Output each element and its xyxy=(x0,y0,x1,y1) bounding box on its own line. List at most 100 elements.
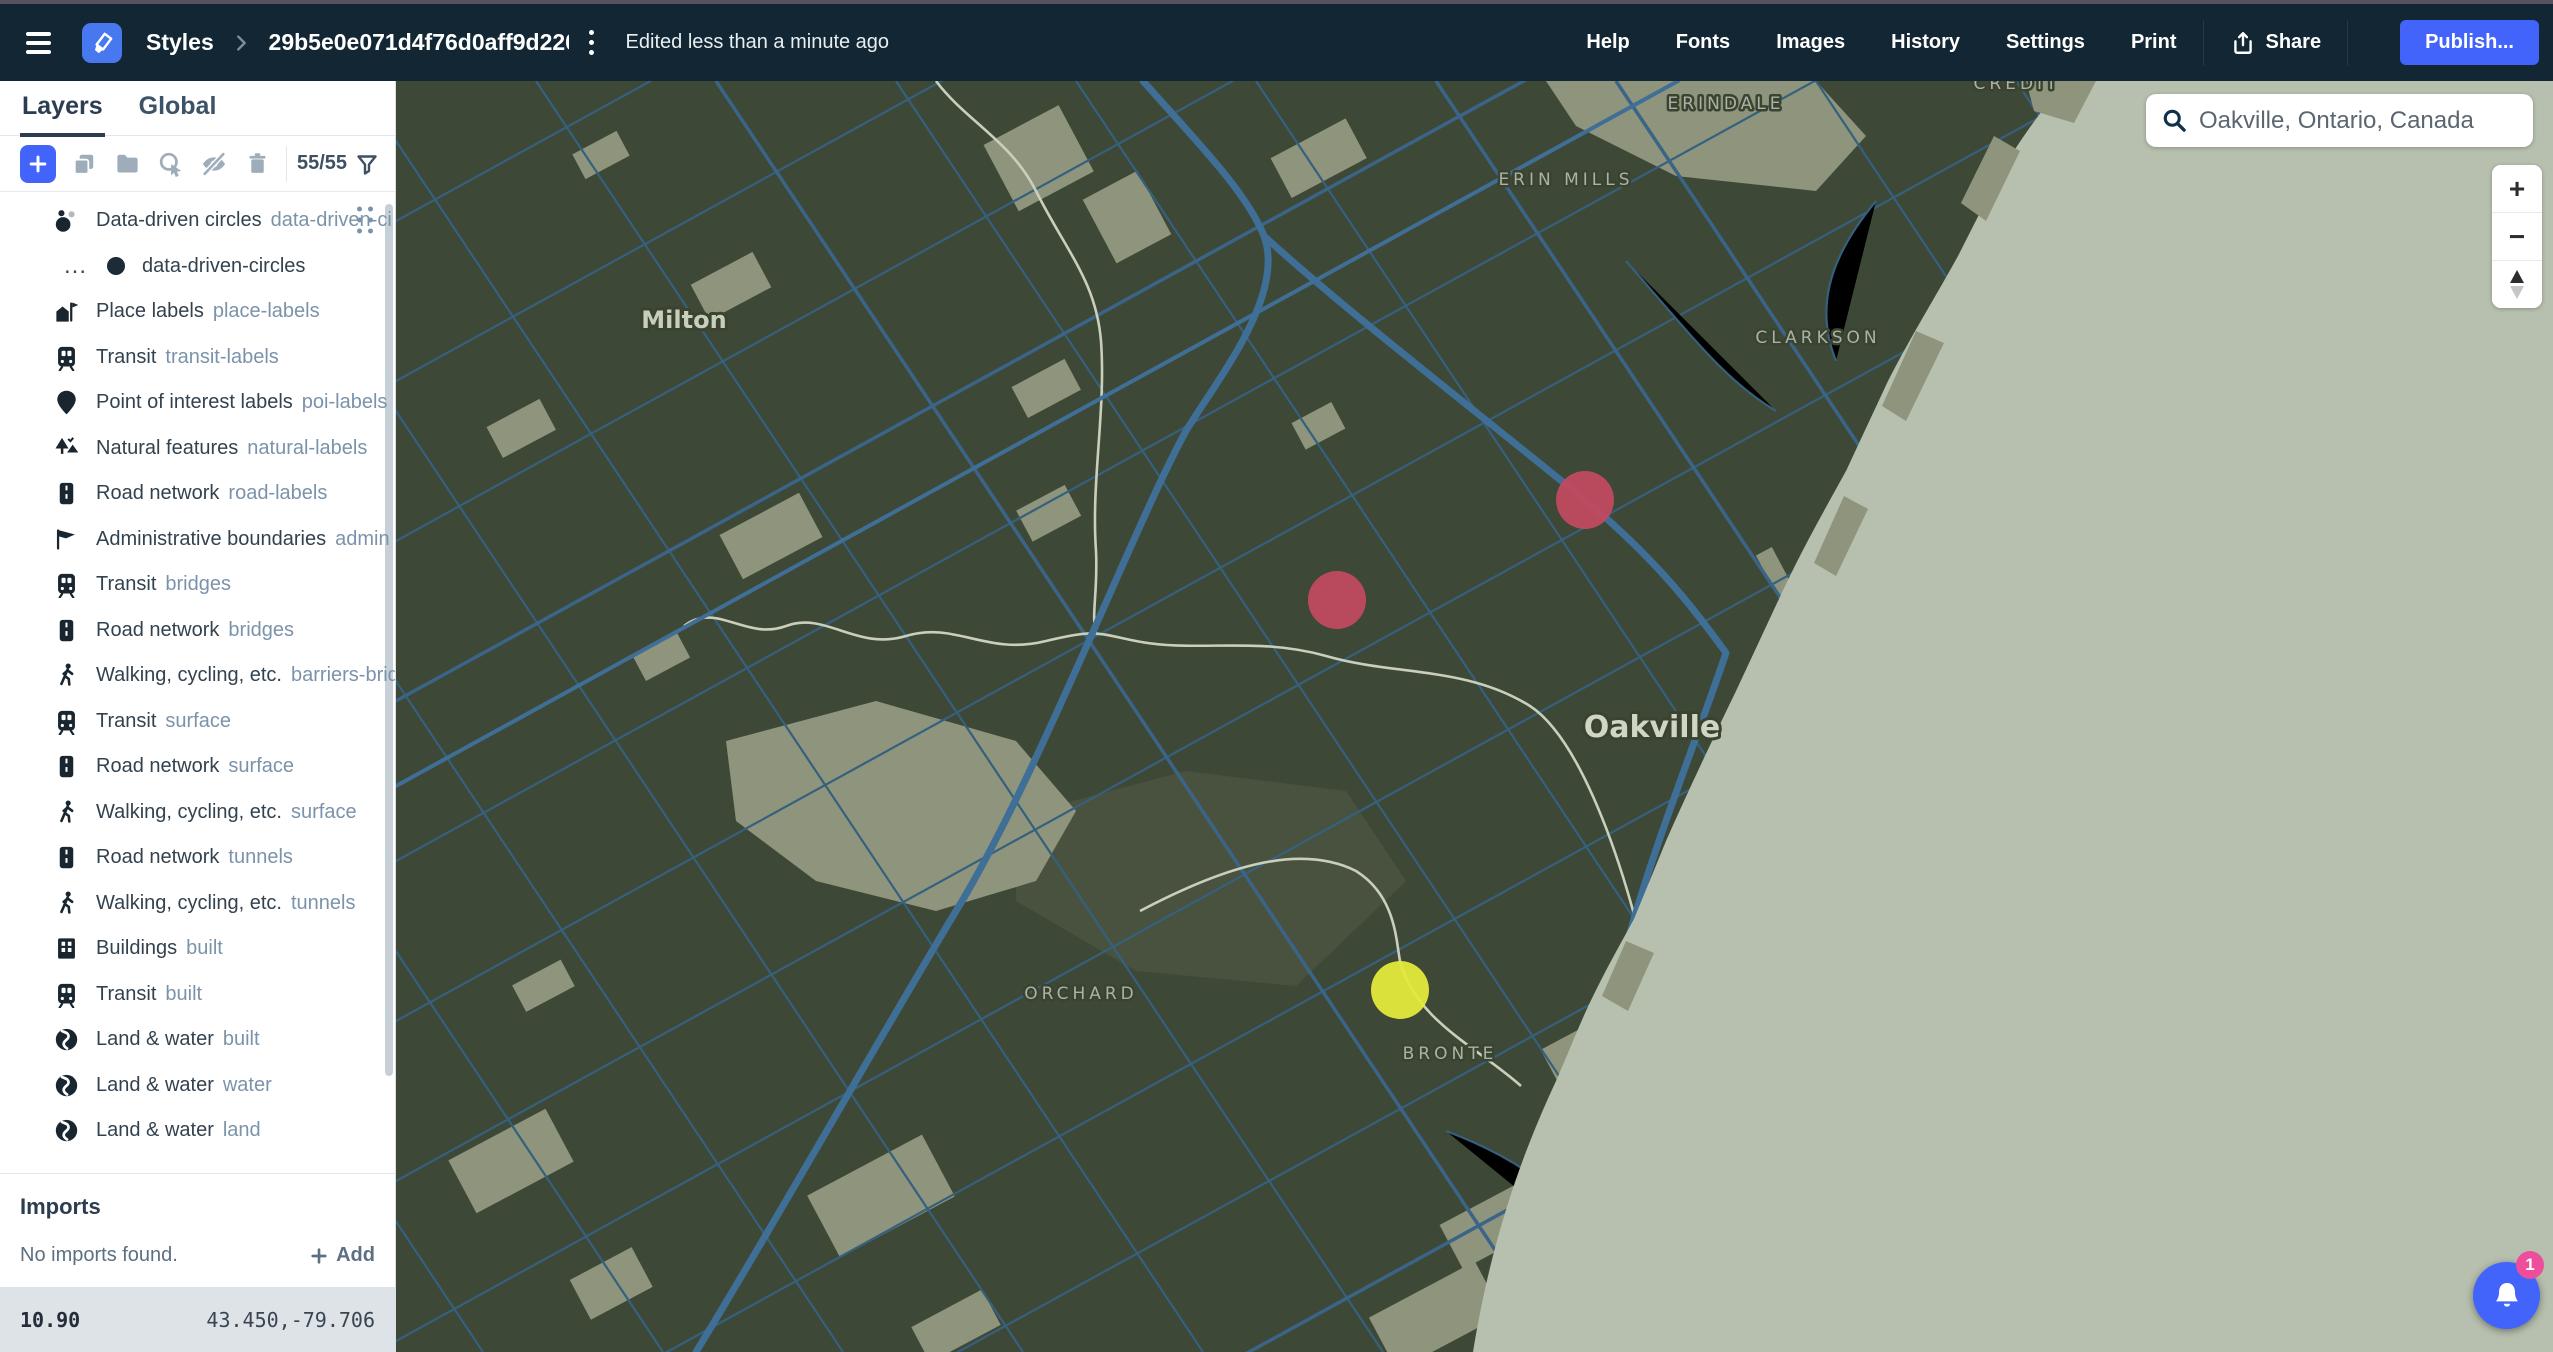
zoom-in-button[interactable]: + xyxy=(2492,165,2542,212)
expand-arrow-icon[interactable] xyxy=(25,441,40,456)
breadcrumb-styles-link[interactable]: Styles xyxy=(146,29,214,55)
group-layers-folder-icon[interactable] xyxy=(111,147,144,181)
expand-arrow-icon[interactable] xyxy=(25,623,40,638)
layer-group-row-surface[interactable]: Walking, cycling, etc.surface xyxy=(0,790,395,836)
map-label-erindale: ERINDALE xyxy=(1668,94,1785,114)
hamburger-menu-icon[interactable] xyxy=(26,26,60,60)
expand-arrow-icon[interactable] xyxy=(25,304,40,319)
tab-layers[interactable]: Layers xyxy=(22,92,103,135)
layer-group-row-poi-labels[interactable]: Point of interest labelspoi-labels xyxy=(0,380,395,426)
map-data-circle[interactable] xyxy=(1371,961,1429,1019)
expand-arrow-icon[interactable] xyxy=(25,896,40,911)
walk-icon xyxy=(53,799,80,826)
map-data-circle[interactable] xyxy=(1556,471,1614,529)
layer-group-row-transit-labels[interactable]: Transittransit-labels xyxy=(0,335,395,381)
collapse-arrow-icon[interactable] xyxy=(25,213,40,228)
layer-row-data-driven-circles[interactable]: ...data-driven-circles xyxy=(0,244,395,290)
plus-icon xyxy=(309,1246,329,1266)
layers-sidebar: Layers Global 55/55 Data-driven circlesd… xyxy=(0,81,396,1352)
map-statusbar: 10.90 43.450,-79.706 xyxy=(0,1287,395,1352)
zoom-level-value: 10.90 xyxy=(20,1308,80,1332)
style-options-kebab-icon[interactable] xyxy=(583,24,600,61)
layer-group-row-land[interactable]: Land & waterland xyxy=(0,1108,395,1154)
globe-icon xyxy=(53,1072,80,1099)
map-label-clarkson: CLARKSON xyxy=(1755,328,1880,348)
bell-icon xyxy=(2490,1279,2524,1313)
layer-group-row-surface[interactable]: Road networksurface xyxy=(0,744,395,790)
layer-group-row-barriers-bridges[interactable]: Walking, cycling, etc.barriers-bridges xyxy=(0,653,395,699)
layer-group-row-road-labels[interactable]: Road networkroad-labels xyxy=(0,471,395,517)
layer-group-row-bridges[interactable]: Road networkbridges xyxy=(0,608,395,654)
style-id[interactable]: 29b5e0e071d4f76d0aff9d220... xyxy=(269,29,569,56)
nature-icon xyxy=(53,435,80,462)
drag-handle-icon[interactable] xyxy=(357,206,375,235)
expand-arrow-icon[interactable] xyxy=(25,395,40,410)
layer-group-row-surface[interactable]: Transitsurface xyxy=(0,699,395,745)
expand-arrow-icon[interactable] xyxy=(25,805,40,820)
expand-arrow-icon[interactable] xyxy=(25,350,40,365)
layer-group-row-built[interactable]: Land & waterbuilt xyxy=(0,1017,395,1063)
layer-group-row-bridges[interactable]: Transitbridges xyxy=(0,562,395,608)
layer-group-row-natural-labels[interactable]: Natural featuresnatural-labels xyxy=(0,426,395,472)
expand-arrow-icon[interactable] xyxy=(25,668,40,683)
chevron-right-icon xyxy=(230,32,252,54)
map-label-credit: CREDIT xyxy=(1974,81,2061,94)
publish-button[interactable]: Publish... xyxy=(2400,20,2539,65)
layer-group-row-admin[interactable]: Administrative boundariesadmin xyxy=(0,517,395,563)
expand-arrow-icon[interactable] xyxy=(25,532,40,547)
expand-arrow-icon[interactable] xyxy=(25,1032,40,1047)
expand-arrow-icon[interactable] xyxy=(25,1078,40,1093)
header-divider xyxy=(2347,20,2348,66)
expand-arrow-icon[interactable] xyxy=(25,941,40,956)
nav-fonts[interactable]: Fonts xyxy=(1676,31,1730,54)
expand-arrow-icon[interactable] xyxy=(25,486,40,501)
layer-group-row-water[interactable]: Land & waterwater xyxy=(0,1063,395,1109)
add-import-button[interactable]: Add xyxy=(309,1244,375,1267)
layer-toolbar: 55/55 xyxy=(0,136,395,192)
select-data-icon[interactable] xyxy=(154,147,187,181)
layer-filter-button[interactable]: 55/55 xyxy=(297,152,379,176)
nav-print[interactable]: Print xyxy=(2131,31,2177,54)
compass-button[interactable] xyxy=(2492,261,2542,308)
transit-icon xyxy=(53,571,80,598)
edited-status: Edited less than a minute ago xyxy=(626,31,890,54)
delete-layer-trash-icon[interactable] xyxy=(241,147,274,181)
expand-arrow-icon[interactable] xyxy=(25,714,40,729)
zoom-out-button[interactable]: − xyxy=(2492,213,2542,260)
transit-icon xyxy=(53,981,80,1008)
nav-history[interactable]: History xyxy=(1891,31,1960,54)
layer-options-ellipsis[interactable]: ... xyxy=(64,261,87,271)
search-input[interactable] xyxy=(2199,107,2529,135)
map-label-orchard: ORCHARD xyxy=(1024,984,1138,1004)
expand-arrow-icon[interactable] xyxy=(25,577,40,592)
hide-layer-eye-off-icon[interactable] xyxy=(198,147,231,181)
circle-color-swatch xyxy=(107,257,125,275)
road-icon xyxy=(53,480,80,507)
cursor-coordinates: 43.450,-79.706 xyxy=(206,1308,375,1332)
search-icon xyxy=(2161,107,2188,134)
expand-arrow-icon[interactable] xyxy=(25,1123,40,1138)
nav-settings[interactable]: Settings xyxy=(2006,31,2085,54)
add-import-label: Add xyxy=(336,1244,375,1267)
layer-group-row-built[interactable]: Buildingsbuilt xyxy=(0,926,395,972)
share-button[interactable]: Share xyxy=(2230,30,2322,56)
tab-global[interactable]: Global xyxy=(139,92,217,135)
layer-group-row-data-driven-ci[interactable]: Data-driven circlesdata-driven-ci xyxy=(0,198,395,244)
expand-arrow-icon[interactable] xyxy=(25,850,40,865)
geocoder-search-box[interactable] xyxy=(2146,94,2533,147)
transit-icon xyxy=(53,344,80,371)
map-canvas[interactable]: CREDITERINDALEERIN MILLSMiltonCLARKSONOa… xyxy=(396,81,2553,1352)
add-layer-button[interactable] xyxy=(20,145,56,183)
duplicate-layer-icon[interactable] xyxy=(67,147,100,181)
layer-group-row-tunnels[interactable]: Road networktunnels xyxy=(0,835,395,881)
map-data-circle[interactable] xyxy=(1308,571,1366,629)
mapbox-studio-logo[interactable] xyxy=(82,23,122,63)
expand-arrow-icon[interactable] xyxy=(25,987,40,1002)
layer-group-row-place-labels[interactable]: Place labelsplace-labels xyxy=(0,289,395,335)
layer-group-row-built[interactable]: Transitbuilt xyxy=(0,972,395,1018)
nav-images[interactable]: Images xyxy=(1776,31,1845,54)
layer-group-row-tunnels[interactable]: Walking, cycling, etc.tunnels xyxy=(0,881,395,927)
map-label-oakville: Oakville xyxy=(1584,710,1720,745)
expand-arrow-icon[interactable] xyxy=(25,759,40,774)
nav-help[interactable]: Help xyxy=(1586,31,1629,54)
